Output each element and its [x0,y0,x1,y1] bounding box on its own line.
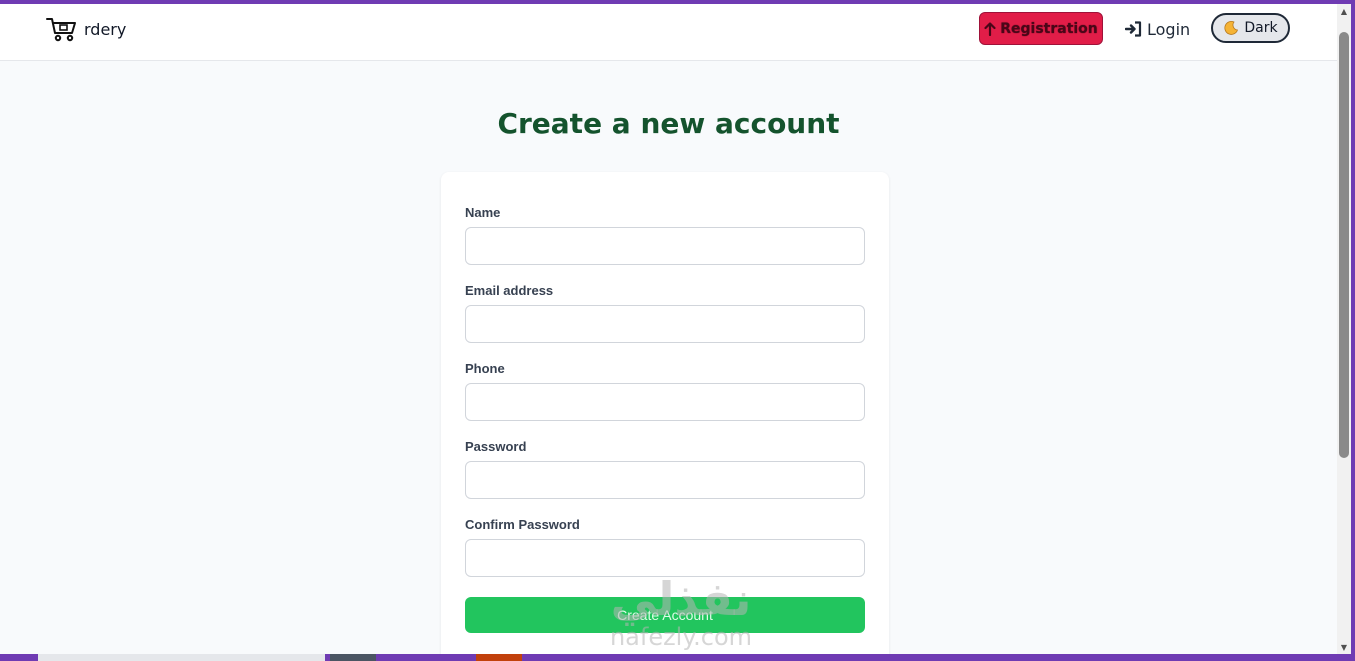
moon-icon [1224,21,1239,35]
confirm-password-input[interactable] [465,539,865,577]
brand[interactable]: rdery [46,16,126,42]
registration-button[interactable]: Registration [979,12,1103,45]
navbar: rdery Registration Login Dark [0,4,1337,61]
name-label: Name [465,205,501,220]
browser-viewport: rdery Registration Login Dark Create a n… [0,4,1337,654]
page-title: Create a new account [497,107,840,140]
brand-name: rdery [84,19,127,39]
password-input[interactable] [465,461,865,499]
vertical-scrollbar[interactable]: ▲ ▼ [1337,4,1351,654]
phone-input[interactable] [465,383,865,421]
scroll-up-arrow-icon[interactable]: ▲ [1337,4,1351,18]
scroll-down-arrow-icon[interactable]: ▼ [1337,640,1351,654]
email-label: Email address [465,283,554,298]
scrollbar-thumb[interactable] [1339,32,1349,458]
taskbar-segment [38,654,325,661]
sign-in-icon [1125,21,1142,37]
login-label: Login [1147,19,1191,39]
taskbar-segment [476,654,522,661]
email-input[interactable] [465,305,865,343]
taskbar-segment [330,654,376,661]
create-account-button[interactable]: Create Account [465,597,865,633]
phone-label: Phone [465,361,505,376]
arrow-up-icon [984,21,996,36]
login-link[interactable]: Login [1125,16,1190,42]
confirm-password-label: Confirm Password [465,517,580,532]
password-label: Password [465,439,527,454]
name-input[interactable] [465,227,865,265]
dark-mode-label: Dark [1244,20,1278,36]
window-bottom-edge [0,654,1355,661]
shopping-cart-icon [46,18,76,42]
dark-mode-toggle[interactable]: Dark [1211,13,1290,43]
registration-form-card: Name Email address Phone Password Confir… [441,172,889,654]
registration-label: Registration [1000,20,1098,37]
